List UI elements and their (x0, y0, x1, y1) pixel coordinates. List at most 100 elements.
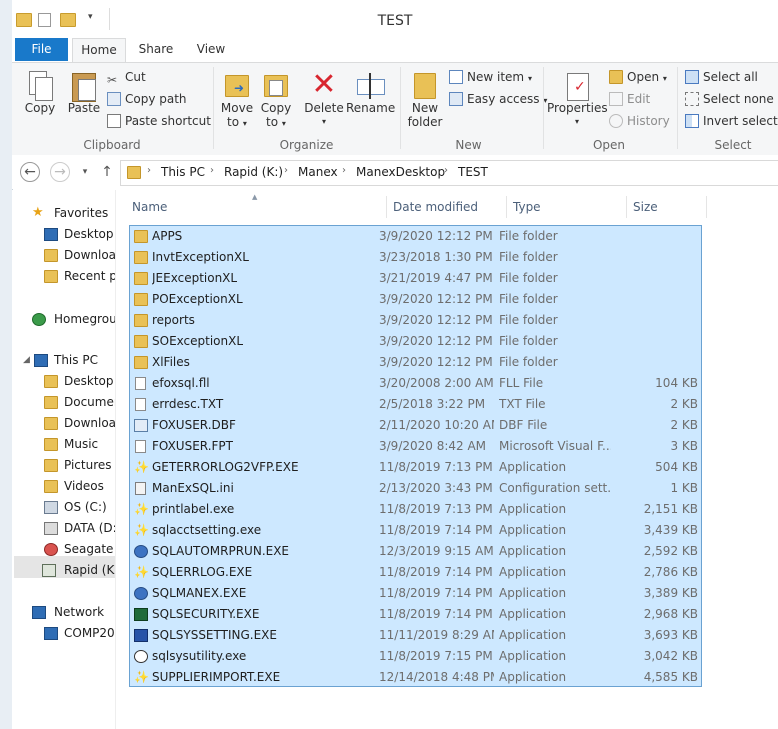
expand-chevron-icon[interactable]: ◢ (23, 350, 30, 370)
delete-dropdown-icon[interactable]: ▾ (302, 115, 346, 129)
file-size: 3,693 KB (643, 628, 698, 642)
copy-path-button[interactable]: Copy path (107, 89, 187, 109)
rename-button[interactable]: Rename (346, 67, 395, 135)
select-all-button[interactable]: Select all (685, 67, 758, 87)
table-row[interactable]: ✨ SQLERRLOG.EXE 11/8/2019 7:14 PM Applicati… (130, 562, 701, 583)
table-row[interactable]: FOXUSER.DBF 2/11/2020 10:20 AM DBF File 2 K… (130, 415, 701, 436)
nav-comp20[interactable]: COMP20 (12, 623, 115, 643)
forward-arrow-icon[interactable]: → (50, 162, 70, 182)
table-row[interactable]: ManExSQL.ini 2/13/2020 3:43 PM Configurati… (130, 478, 701, 499)
column-header-date[interactable]: Date modified (387, 196, 507, 218)
table-row[interactable]: FOXUSER.FPT 3/9/2020 8:42 AM Microsoft Vis… (130, 436, 701, 457)
table-row[interactable]: ✨ sqlacctsetting.exe 11/8/2019 7:14 PM Appl… (130, 520, 701, 541)
table-row[interactable]: ✨ printlabel.exe 11/8/2019 7:13 PM Applicat… (130, 499, 701, 520)
table-row[interactable]: InvtExceptionXL 3/23/2018 1:30 PM File fol… (130, 247, 701, 268)
address-bar[interactable]: › This PC › Rapid (K:) › Manex › ManexDe… (120, 160, 778, 186)
new-item-button[interactable]: New item ▾ (449, 67, 532, 87)
file-name: InvtExceptionXL (152, 250, 249, 264)
table-row[interactable]: APPS 3/9/2020 12:12 PM File folder (130, 226, 701, 247)
nav-this-pc[interactable]: ◢ This PC (12, 350, 115, 370)
tab-view[interactable]: View (188, 38, 234, 61)
breadcrumb-rapid[interactable]: Rapid (K:) (224, 165, 283, 179)
chevron-right-icon[interactable]: › (342, 165, 346, 176)
table-row[interactable]: SQLSYSSETTING.EXE 11/11/2019 8:29 AM Appli… (130, 625, 701, 646)
easy-access-button[interactable]: Easy access ▾ (449, 89, 547, 109)
paste-shortcut-button[interactable]: Paste shortcut (107, 111, 211, 131)
nav-rapid-k[interactable]: Rapid (K:) (12, 560, 115, 580)
fox-app-icon: ✨ (134, 670, 149, 684)
downloads-folder-icon (44, 249, 58, 262)
edit-button[interactable]: Edit (609, 89, 650, 109)
nav-os-c[interactable]: OS (C:) (12, 497, 115, 517)
nav-documents[interactable]: Documents (12, 392, 115, 412)
nav-data-d[interactable]: DATA (D:) (12, 518, 115, 538)
paste-button[interactable]: Paste (64, 67, 104, 135)
tab-home[interactable]: Home (72, 38, 126, 63)
table-row[interactable]: SQLMANEX.EXE 11/8/2019 7:14 PM Application… (130, 583, 701, 604)
properties-button[interactable]: ✓ Properties ▾ (547, 67, 608, 135)
nav-pc-downloads[interactable]: Downloads (12, 413, 115, 433)
downloads-folder-icon (44, 417, 58, 430)
move-to-button[interactable]: ➜ Move to ▾ (217, 67, 257, 135)
column-header-type[interactable]: Type (507, 196, 627, 218)
nav-recent-places[interactable]: Recent places (12, 266, 115, 286)
nav-downloads[interactable]: Downloads (12, 245, 115, 265)
table-row[interactable]: SOExceptionXL 3/9/2020 12:12 PM File folde… (130, 331, 701, 352)
breadcrumb-manex[interactable]: Manex (298, 165, 338, 179)
new-folder-button[interactable]: New folder (404, 67, 446, 135)
column-header-name[interactable]: Name (126, 196, 387, 218)
chevron-right-icon[interactable]: › (210, 165, 214, 176)
table-row[interactable]: ✨ GETERRORLOG2VFP.EXE 11/8/2019 7:13 PM App… (130, 457, 701, 478)
select-none-button[interactable]: Select none (685, 89, 774, 109)
chevron-right-icon[interactable]: › (444, 165, 448, 176)
table-row[interactable]: SQLAUTOMRPRUN.EXE 12/3/2019 9:15 AM Applic… (130, 541, 701, 562)
tab-file[interactable]: File (15, 38, 68, 61)
properties-dropdown-icon[interactable]: ▾ (547, 115, 607, 129)
table-row[interactable]: ✨ SUPPLIERIMPORT.EXE 12/14/2018 4:48 PM App… (130, 667, 701, 688)
nav-network[interactable]: Network (12, 602, 115, 622)
delete-button[interactable]: ✕ Delete ▾ (302, 67, 346, 135)
nav-videos[interactable]: Videos (12, 476, 115, 496)
history-button[interactable]: History (609, 111, 670, 131)
breadcrumb-manexdesktop[interactable]: ManexDesktop (356, 165, 445, 179)
move-folder-icon: ➜ (222, 69, 252, 101)
open-button[interactable]: Open ▾ (609, 67, 667, 87)
table-row[interactable]: reports 3/9/2020 12:12 PM File folder (130, 310, 701, 331)
window-title: TEST (377, 13, 413, 29)
breadcrumb-test[interactable]: TEST (458, 165, 488, 179)
chevron-right-icon[interactable]: › (284, 165, 288, 176)
up-arrow-icon[interactable]: ↑ (96, 162, 118, 182)
invert-selection-button[interactable]: Invert selection (685, 111, 778, 131)
table-row[interactable]: errdesc.TXT 2/5/2018 3:22 PM TXT File 2 KB (130, 394, 701, 415)
nav-data-d-label: DATA (D:) (64, 521, 116, 535)
breadcrumb-this-pc[interactable]: This PC (161, 165, 205, 179)
date-modified: 11/8/2019 7:14 PM (379, 565, 493, 579)
nav-music[interactable]: Music (12, 434, 115, 454)
nav-pictures[interactable]: Pictures (12, 455, 115, 475)
table-row[interactable]: XlFiles 3/9/2020 12:12 PM File folder (130, 352, 701, 373)
nav-desktop[interactable]: Desktop (12, 224, 115, 244)
table-row[interactable]: efoxsql.fll 3/20/2008 2:00 AM FLL File 104 … (130, 373, 701, 394)
select-all-label: Select all (703, 70, 758, 84)
copy-button[interactable]: Copy (20, 67, 60, 135)
chevron-right-icon[interactable]: › (147, 165, 151, 176)
table-row[interactable]: sqlsysutility.exe 11/8/2019 7:15 PM Applic… (130, 646, 701, 667)
file-type: TXT File (499, 397, 546, 411)
nav-this-pc-label: This PC (54, 353, 98, 367)
nav-pc-desktop[interactable]: Desktop (12, 371, 115, 391)
copy-to-button[interactable]: Copy to ▾ (256, 67, 296, 135)
nav-homegroup[interactable]: Homegroup (12, 309, 115, 329)
recent-locations-chevron-icon[interactable]: ▾ (74, 162, 96, 182)
tab-share[interactable]: Share (132, 38, 180, 61)
table-row[interactable]: POExceptionXL 3/9/2020 12:12 PM File folde… (130, 289, 701, 310)
nav-seagate[interactable]: Seagate Expansion Drive (12, 539, 115, 559)
table-row[interactable]: SQLSECURITY.EXE 11/8/2019 7:14 PM Applicat… (130, 604, 701, 625)
table-row[interactable]: JEExceptionXL 3/21/2019 4:47 PM File folde… (130, 268, 701, 289)
nav-favorites[interactable]: ★ Favorites (12, 203, 115, 223)
file-name: POExceptionXL (152, 292, 243, 306)
nav-pictures-label: Pictures (64, 458, 112, 472)
file-type: Application (499, 628, 567, 642)
column-header-size[interactable]: Size (627, 196, 707, 218)
back-arrow-icon[interactable]: ← (20, 162, 40, 182)
cut-button[interactable]: ✂ Cut (107, 67, 146, 87)
